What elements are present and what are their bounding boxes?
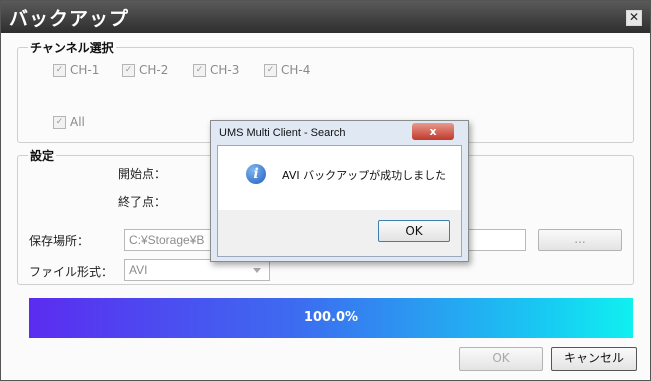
chevron-down-icon — [253, 268, 261, 273]
start-point-label: 開始点： — [118, 167, 167, 181]
cancel-button[interactable]: キャンセル — [551, 347, 637, 371]
dialog-message: AVI バックアップが成功しました — [282, 169, 447, 182]
info-icon: i — [246, 164, 266, 184]
title-bar: バックアップ ✕ — [1, 1, 650, 33]
message-dialog: UMS Multi Client - Search x i AVI バックアップ… — [210, 120, 469, 262]
progress-bar: 100.0% — [29, 298, 633, 338]
file-format-value: AVI — [129, 263, 148, 277]
checkbox-label: CH-2 — [139, 63, 169, 77]
browse-button[interactable]: ... — [538, 229, 622, 251]
checkbox-all[interactable]: ✓ All — [53, 115, 85, 129]
dialog-title: UMS Multi Client - Search — [219, 127, 346, 139]
dialog-close-button[interactable]: x — [412, 123, 454, 140]
checkbox-ch1[interactable]: ✓ CH-1 — [53, 63, 99, 77]
checkbox-icon: ✓ — [53, 115, 66, 129]
checkbox-ch4[interactable]: ✓ CH-4 — [264, 63, 310, 77]
close-icon[interactable]: ✕ — [626, 10, 642, 26]
file-format-select[interactable]: AVI — [124, 259, 270, 281]
checkbox-icon: ✓ — [122, 63, 135, 77]
checkbox-icon: ✓ — [53, 63, 66, 77]
checkbox-label: All — [70, 115, 85, 129]
dialog-ok-button[interactable]: OK — [378, 220, 450, 242]
dialog-body: i AVI バックアップが成功しました OK — [217, 145, 462, 257]
checkbox-ch3[interactable]: ✓ CH-3 — [193, 63, 239, 77]
ok-button[interactable]: OK — [459, 347, 543, 371]
checkbox-label: CH-3 — [210, 63, 240, 77]
checkbox-label: CH-1 — [70, 63, 100, 77]
channel-legend: チャンネル選択 — [30, 41, 114, 55]
checkbox-label: CH-4 — [281, 63, 311, 77]
checkbox-icon: ✓ — [193, 63, 206, 77]
end-point-label: 終了点： — [118, 195, 167, 209]
backup-window: バックアップ ✕ チャンネル選択 ✓ CH-1 ✓ CH-2 ✓ CH-3 ✓ … — [0, 0, 651, 381]
save-location-label: 保存場所： — [29, 234, 90, 248]
dialog-footer: OK — [218, 210, 461, 256]
checkbox-ch2[interactable]: ✓ CH-2 — [122, 63, 168, 77]
file-format-label: ファイル形式： — [29, 265, 114, 279]
settings-legend: 設定 — [30, 149, 55, 163]
window-title: バックアップ — [9, 8, 130, 30]
checkbox-icon: ✓ — [264, 63, 277, 77]
progress-text: 100.0% — [303, 310, 359, 325]
